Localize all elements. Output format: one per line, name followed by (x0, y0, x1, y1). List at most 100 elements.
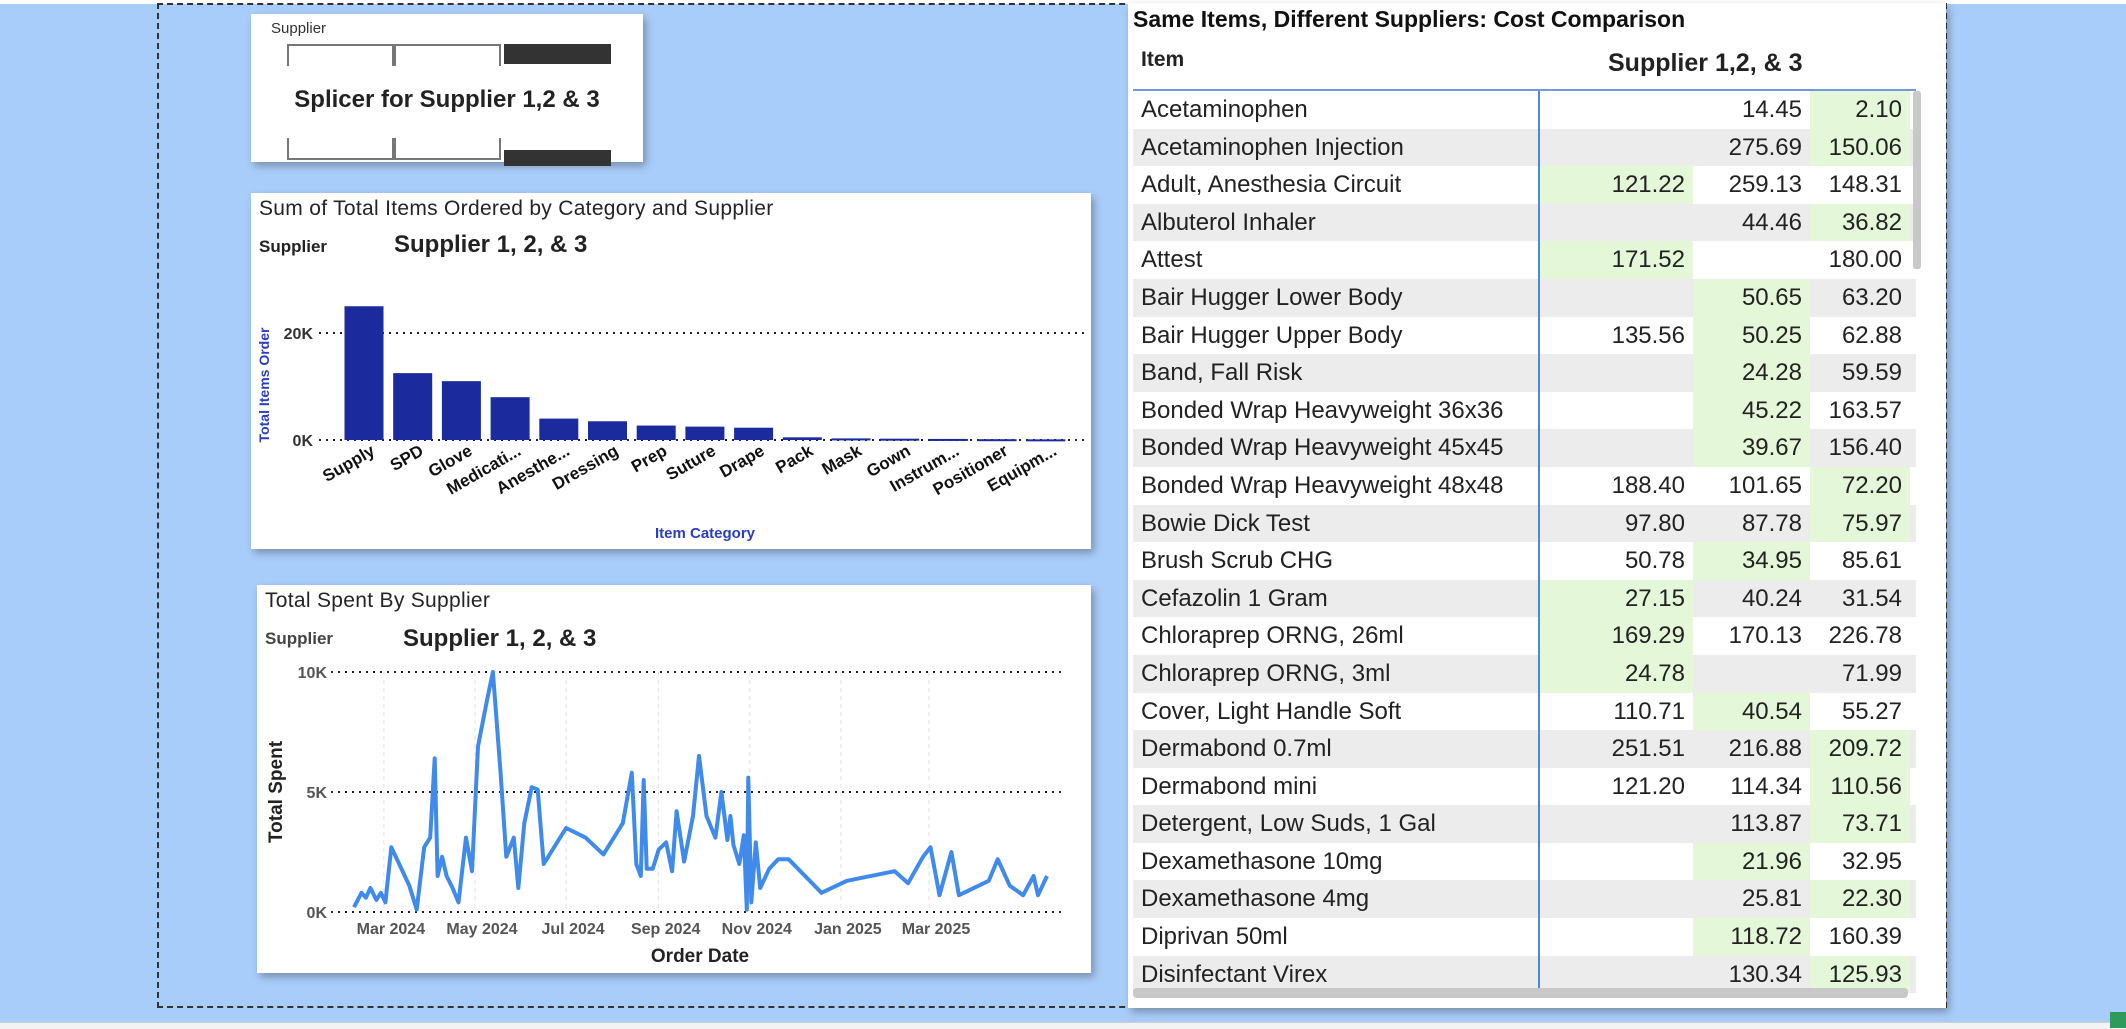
cell-supplier-2: 114.34 (1730, 772, 1802, 800)
cell-supplier-3: 73.71 (1810, 805, 1910, 843)
x-tick-label: Jul 2024 (542, 921, 605, 938)
cell-supplier-2: 39.67 (1693, 429, 1810, 467)
table-row[interactable]: Cefazolin 1 Gram 27.15 40.24 31.54 (1133, 579, 1916, 618)
table-row[interactable]: Bair Hugger Lower Body 50.65 63.20 (1133, 278, 1916, 317)
line-chart-plot: Mar 2024 May 2024 Jul 2024 Sep 2024 Nov 2024… (266, 665, 1061, 967)
table-row[interactable]: Detergent, Low Suds, 1 Gal 113.87 73.71 (1133, 805, 1916, 843)
cell-supplier-1 (1538, 880, 1693, 919)
slicer-option-bottom-1[interactable] (287, 138, 394, 160)
items-by-category-chart[interactable]: Sum of Total Items Ordered by Category a… (251, 193, 1091, 549)
cell-supplier-1: 97.80 (1538, 504, 1693, 543)
cell-item: Bair Hugger Upper Body (1141, 321, 1403, 349)
table-row[interactable]: Diprivan 50ml 118.72 160.39 (1133, 918, 1916, 956)
cell-supplier-1: 27.15 (1538, 579, 1693, 618)
table-row[interactable]: Acetaminophen Injection 275.69 150.06 (1133, 128, 1916, 167)
cell-supplier-3: 71.99 (1841, 659, 1902, 687)
cell-item: Attest (1141, 246, 1203, 274)
table-row[interactable]: Attest 171.52 180.00 (1133, 241, 1916, 279)
slicer-option-supplier-3[interactable] (504, 44, 611, 64)
cell-item: Bowie Dick Test (1141, 509, 1310, 537)
table-row[interactable]: Dexamethasone 4mg 25.81 22.30 (1133, 880, 1916, 919)
bar-positioner[interactable] (977, 439, 1017, 442)
bar-suture[interactable] (685, 426, 725, 440)
cost-comparison-table[interactable]: Same Items, Different Suppliers: Cost Co… (1128, 3, 1946, 1008)
cell-supplier-2: 101.65 (1728, 471, 1802, 499)
cell-supplier-2: 40.54 (1693, 692, 1810, 731)
slicer-option-supplier-1[interactable] (287, 44, 394, 66)
cell-item: Chloraprep ORNG, 3ml (1141, 659, 1391, 687)
cell-item: Chloraprep ORNG, 26ml (1141, 622, 1404, 650)
bar-pack[interactable] (782, 437, 822, 440)
cell-supplier-3: 63.20 (1841, 283, 1902, 311)
cell-item: Bonded Wrap Heavyweight 45x45 (1141, 434, 1504, 462)
vertical-scrollbar[interactable] (1913, 91, 1921, 269)
cell-supplier-1: 135.56 (1538, 316, 1693, 355)
cell-item: Brush Scrub CHG (1141, 547, 1334, 575)
bar-medicati[interactable] (490, 397, 530, 440)
table-row[interactable]: Bair Hugger Upper Body 135.56 50.25 62.88 (1133, 316, 1916, 355)
slicer-option-bottom-3[interactable] (504, 150, 611, 166)
bar-prep[interactable] (636, 425, 676, 440)
bar-equipm[interactable] (1026, 439, 1066, 442)
cell-supplier-3: 22.30 (1810, 880, 1910, 919)
cell-supplier-3: 156.40 (1828, 434, 1902, 462)
table-row[interactable]: Bowie Dick Test 97.80 87.78 75.97 (1133, 504, 1916, 543)
table-row[interactable]: Albuterol Inhaler 44.46 36.82 (1133, 203, 1916, 242)
cell-supplier-1: 188.40 (1538, 466, 1693, 505)
bar-spd[interactable] (393, 373, 433, 440)
bar-glove[interactable] (441, 381, 481, 440)
table-row[interactable]: Chloraprep ORNG, 3ml 24.78 71.99 (1133, 654, 1916, 693)
cell-supplier-2: 40.24 (1741, 584, 1802, 612)
cell-item: Acetaminophen (1141, 96, 1308, 123)
table-row[interactable]: Dexamethasone 10mg 21.96 32.95 (1133, 842, 1916, 881)
series-line-total-spent[interactable] (352, 670, 1049, 912)
bar-drape[interactable] (734, 427, 774, 440)
cell-supplier-2: 113.87 (1730, 810, 1802, 838)
cell-supplier-2: 50.65 (1693, 278, 1810, 317)
column-header-supplier[interactable]: Supplier 1,2, & 3 (1608, 49, 1803, 78)
bar-instrum[interactable] (928, 438, 968, 441)
x-tick-label: Nov 2024 (722, 921, 792, 938)
table-row[interactable]: Chloraprep ORNG, 26ml 169.29 170.13 226.78 (1133, 617, 1916, 655)
cell-supplier-1 (1538, 429, 1693, 467)
cell-supplier-1 (1538, 354, 1693, 392)
bar-mask[interactable] (831, 438, 871, 441)
cell-supplier-2: 87.78 (1741, 509, 1802, 537)
table-row[interactable]: Dermabond 0.7ml 251.51 216.88 209.72 (1133, 730, 1916, 768)
supplier-slicer[interactable]: Supplier Splicer for Supplier 1,2 & 3 (251, 14, 643, 166)
table-row[interactable]: Band, Fall Risk 24.28 59.59 (1133, 354, 1916, 392)
slicer-label: Supplier (271, 20, 327, 37)
total-spent-chart[interactable]: Total Spent By Supplier Supplier Supplie… (257, 585, 1091, 973)
table-row[interactable]: Bonded Wrap Heavyweight 45x45 39.67 156.40 (1133, 429, 1916, 467)
column-header-item[interactable]: Item (1141, 48, 1184, 72)
slicer-option-bottom-2[interactable] (394, 138, 501, 160)
cell-supplier-3: 31.54 (1841, 584, 1902, 612)
bar-gown[interactable] (880, 438, 920, 441)
table-row[interactable]: Bonded Wrap Heavyweight 48x48 188.40 101.6… (1133, 466, 1916, 505)
bar-chart-plot: 0K20KSupply SPDGloveMedicati...Anesthe...… (256, 306, 1084, 542)
horizontal-scrollbar[interactable] (1133, 988, 1908, 998)
x-tick-label: Suture (663, 441, 719, 484)
bar-anesthe[interactable] (539, 418, 579, 440)
cell-supplier-1: 24.78 (1538, 654, 1693, 693)
cell-supplier-1 (1538, 918, 1693, 956)
slicer-option-supplier-2[interactable] (394, 44, 501, 66)
table-row[interactable]: Adult, Anesthesia Circuit 121.22 259.13 148… (1133, 166, 1916, 204)
table-row[interactable]: Bonded Wrap Heavyweight 36x36 45.22 163.57 (1133, 391, 1916, 430)
bar-dressing[interactable] (588, 421, 627, 440)
cell-supplier-3: 2.10 (1810, 91, 1910, 129)
bar-supply[interactable] (344, 306, 384, 440)
table-row[interactable]: Acetaminophen 14.45 2.10 (1133, 91, 1916, 129)
cell-item: Dexamethasone 4mg (1141, 885, 1370, 913)
table-row[interactable]: Dermabond mini 121.20 114.34 110.56 (1133, 767, 1916, 806)
x-tick-label: Pack (772, 441, 816, 478)
cell-supplier-2: 275.69 (1728, 133, 1802, 161)
corner-accent (2110, 1012, 2126, 1028)
cell-supplier-2 (1693, 655, 1810, 693)
x-tick-label: May 2024 (446, 921, 517, 938)
cell-supplier-1 (1538, 391, 1693, 430)
cell-supplier-3: 148.31 (1828, 171, 1902, 199)
y-tick-label: 0K (307, 905, 328, 922)
table-row[interactable]: Brush Scrub CHG 50.78 34.95 85.61 (1133, 542, 1916, 580)
table-row[interactable]: Cover, Light Handle Soft 110.71 40.54 55.27 (1133, 692, 1916, 731)
